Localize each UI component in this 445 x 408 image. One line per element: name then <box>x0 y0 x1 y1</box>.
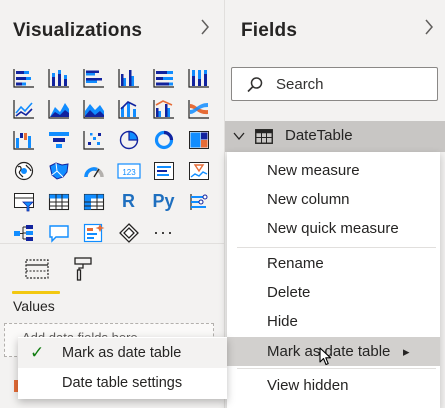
clustered-column-chart-icon[interactable] <box>111 62 146 93</box>
line-and-clustered-column-chart-icon[interactable] <box>146 93 181 124</box>
waterfall-chart-icon[interactable] <box>6 124 41 155</box>
filled-map-icon[interactable] <box>41 155 76 186</box>
menu-item-delete[interactable]: Delete <box>227 278 440 307</box>
table-visual-icon[interactable] <box>41 186 76 217</box>
submenu-item-date-table-settings[interactable]: Date table settings <box>18 368 227 398</box>
matrix-visual-icon[interactable] <box>76 186 111 217</box>
python-visual-icon[interactable]: Py <box>146 186 181 217</box>
checkmark-icon: ✓ <box>30 343 45 362</box>
scatter-chart-icon[interactable] <box>76 124 111 155</box>
menu-separator <box>237 368 436 369</box>
visual-gallery: 123 R Py ··· <box>6 62 218 248</box>
pie-chart-icon[interactable] <box>111 124 146 155</box>
menu-item-view-hidden[interactable]: View hidden <box>227 371 440 400</box>
treemap-icon[interactable] <box>181 124 216 155</box>
fields-search-box[interactable]: Search <box>231 67 438 101</box>
search-icon <box>247 77 263 93</box>
slicer-icon[interactable] <box>6 186 41 217</box>
clustered-bar-chart-icon[interactable] <box>76 62 111 93</box>
gauge-icon[interactable] <box>76 155 111 186</box>
collapse-visualizations-chevron-icon[interactable] <box>196 16 214 38</box>
key-influencers-icon[interactable] <box>181 186 216 217</box>
submenu-item-mark-as-date-table[interactable]: ✓ Mark as date table <box>18 338 227 368</box>
100-stacked-column-chart-icon[interactable] <box>181 62 216 93</box>
fields-tab-icon[interactable] <box>24 256 50 282</box>
submenu-item-label: Date table settings <box>62 375 183 391</box>
kpi-icon[interactable] <box>181 155 216 186</box>
table-icon <box>255 129 273 144</box>
stacked-bar-chart-icon[interactable] <box>6 62 41 93</box>
map-globe-icon[interactable] <box>6 155 41 186</box>
line-and-stacked-column-chart-icon[interactable] <box>111 93 146 124</box>
collapse-fields-chevron-icon[interactable] <box>420 16 438 38</box>
r-script-visual-icon[interactable]: R <box>111 186 146 217</box>
funnel-chart-icon[interactable] <box>41 124 76 155</box>
menu-item-hide[interactable]: Hide <box>227 307 440 336</box>
r-glyph: R <box>122 191 135 211</box>
menu-separator <box>237 247 436 248</box>
card-icon[interactable]: 123 <box>111 155 146 186</box>
table-context-menu: New measure New column New quick measure… <box>227 152 440 408</box>
menu-item-new-column[interactable]: New column <box>227 185 440 214</box>
gallery-divider <box>0 243 224 244</box>
table-name: DateTable <box>285 127 353 144</box>
expand-chevron-icon[interactable] <box>233 131 245 141</box>
menu-item-rename[interactable]: Rename <box>227 249 440 278</box>
menu-item-new-measure[interactable]: New measure <box>227 156 440 185</box>
area-chart-icon[interactable] <box>41 93 76 124</box>
fields-title: Fields <box>241 20 298 41</box>
menu-item-new-quick-measure[interactable]: New quick measure <box>227 214 440 243</box>
line-chart-icon[interactable] <box>6 93 41 124</box>
datetable-row[interactable]: DateTable <box>225 121 445 152</box>
card-glyph: 123 <box>122 168 136 177</box>
ellipsis-icon: ··· <box>153 222 174 242</box>
py-glyph: Py <box>152 191 175 211</box>
multi-row-card-icon[interactable] <box>146 155 181 186</box>
mark-as-date-table-submenu: ✓ Mark as date table Date table settings <box>18 337 227 399</box>
menu-item-mark-as-date-table[interactable]: Mark as date table ▸ <box>227 337 440 366</box>
search-input[interactable]: Search <box>276 76 324 93</box>
format-paint-roller-icon[interactable] <box>72 256 94 282</box>
submenu-item-label: Mark as date table <box>62 345 182 361</box>
visualizations-title: Visualizations <box>13 20 143 41</box>
stacked-area-chart-icon[interactable] <box>76 93 111 124</box>
mouse-cursor-icon <box>319 347 332 366</box>
submenu-arrow-icon: ▸ <box>403 344 410 359</box>
active-tab-indicator <box>12 291 60 294</box>
donut-chart-icon[interactable] <box>146 124 181 155</box>
100-stacked-bar-chart-icon[interactable] <box>146 62 181 93</box>
ribbon-chart-icon[interactable] <box>181 93 216 124</box>
stacked-column-chart-icon[interactable] <box>41 62 76 93</box>
values-well-label: Values <box>13 298 55 314</box>
